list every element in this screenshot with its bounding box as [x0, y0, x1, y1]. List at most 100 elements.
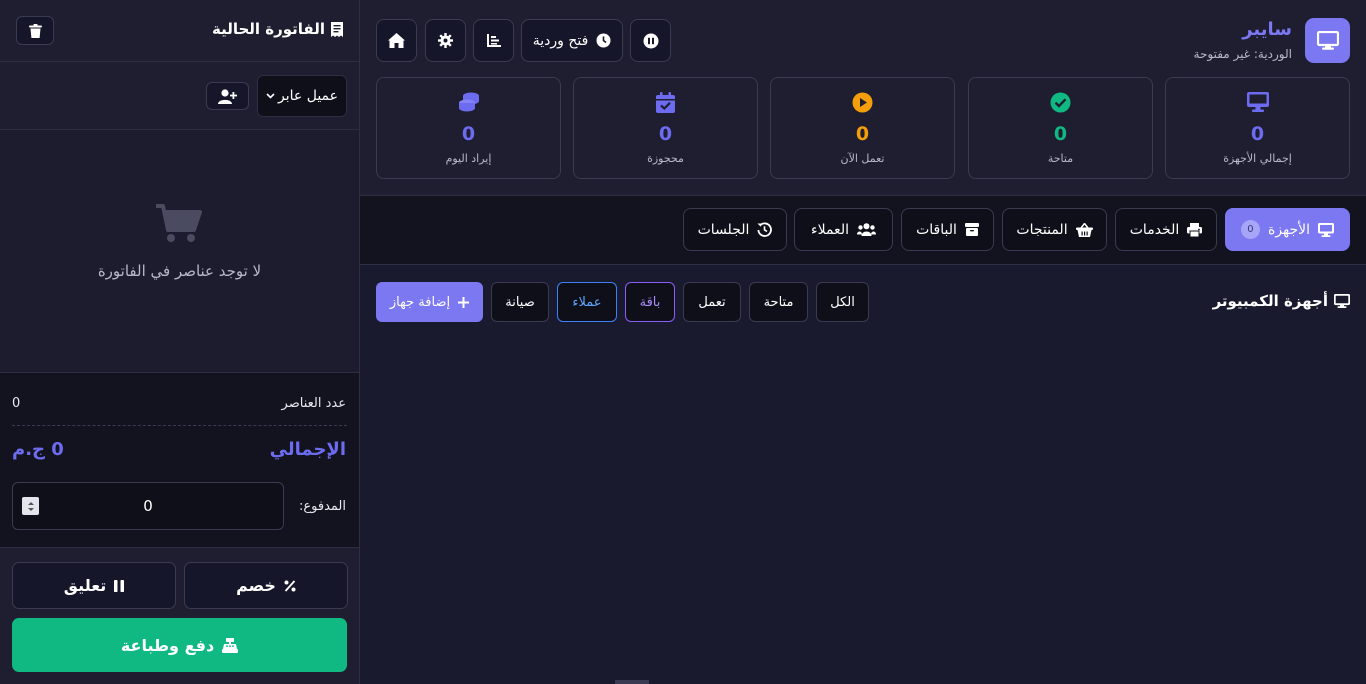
tab-devices[interactable]: الأجهزة 0: [1225, 208, 1350, 251]
shift-status: الوردية: غير مفتوحة: [1193, 47, 1292, 61]
stat-reserved: 0 محجوزة: [573, 77, 758, 179]
stat-value: 0: [855, 123, 870, 145]
brand-name: سايبر: [1242, 19, 1292, 40]
tab-services-label: الخدمات: [1129, 221, 1180, 238]
tab-devices-count: 0: [1240, 220, 1260, 239]
stat-label: متاحة: [1047, 152, 1074, 165]
stat-total-devices: 0 إجمالي الأجهزة: [1165, 77, 1350, 179]
stat-revenue: 0 إيراد اليوم: [376, 77, 561, 179]
top-bar: سايبر الوردية: غير مفتوحة فتح وردية 0 إج…: [360, 0, 1366, 196]
total-value: 0 ج.م: [12, 439, 64, 460]
totals-divider: [12, 425, 347, 426]
invoice-title: الفاتورة الحالية: [212, 20, 343, 38]
chart-bar-icon: [486, 34, 501, 47]
section-title-text: أجهزة الكمبيوتر: [1212, 292, 1328, 310]
basket-icon: [1075, 222, 1093, 237]
suspend-button[interactable]: تعليق: [12, 562, 176, 609]
gear-icon: [438, 33, 453, 48]
tab-sessions[interactable]: الجلسات: [683, 208, 787, 251]
paid-label: المدفوع:: [299, 499, 346, 514]
filter-all[interactable]: الكل: [816, 282, 869, 322]
invoice-header: الفاتورة الحالية: [0, 0, 359, 62]
calendar-check-icon: [574, 92, 757, 113]
pay-print-label: دفع وطباعة: [120, 635, 215, 655]
tab-products[interactable]: المنتجات: [1002, 208, 1107, 251]
desktop-icon: [1334, 294, 1350, 308]
discount-button[interactable]: خصم: [184, 562, 348, 609]
trash-icon: [28, 23, 42, 38]
stat-value: 0: [1250, 123, 1265, 145]
users-icon: [856, 223, 876, 236]
pause-toggle-button[interactable]: [630, 19, 671, 62]
stat-available: 0 متاحة: [968, 77, 1153, 179]
stat-label: تعمل الآن: [840, 152, 885, 165]
tab-devices-label: الأجهزة: [1267, 221, 1311, 238]
pause-icon: [114, 579, 125, 592]
cash-register-icon: [222, 637, 239, 653]
items-count-value: 0: [12, 396, 21, 411]
empty-cart-message: لا توجد عناصر في الفاتورة: [97, 262, 262, 280]
stat-value: 0: [461, 123, 476, 145]
tab-products-label: المنتجات: [1016, 221, 1068, 238]
filter-package[interactable]: باقة: [625, 282, 675, 322]
box-icon: [964, 223, 979, 236]
invoice-panel: الفاتورة الحالية عميل عابر لا توجد عناصر…: [0, 0, 360, 684]
filter-customers[interactable]: عملاء: [557, 282, 617, 322]
receipt-icon: [331, 21, 343, 37]
plus-icon: [458, 296, 470, 308]
add-device-button[interactable]: إضافة جهاز: [376, 282, 483, 322]
add-customer-button[interactable]: [206, 82, 249, 110]
stat-value: 0: [658, 123, 673, 145]
tab-packages-label: الباقات: [916, 221, 957, 238]
home-button[interactable]: [376, 19, 417, 62]
tab-customers-label: العملاء: [811, 221, 849, 238]
monitor-icon: [1166, 92, 1349, 112]
customer-select[interactable]: عميل عابر: [257, 75, 347, 117]
coins-icon: [377, 92, 560, 112]
empty-cart-area: لا توجد عناصر في الفاتورة: [0, 130, 359, 372]
paid-input[interactable]: 0: [12, 482, 284, 530]
stat-label: إجمالي الأجهزة: [1223, 152, 1292, 165]
section-title: أجهزة الكمبيوتر: [1213, 292, 1350, 310]
settings-button[interactable]: [425, 19, 466, 62]
invoice-title-text: الفاتورة الحالية: [211, 20, 325, 38]
brand-logo: [1305, 18, 1350, 63]
tab-sessions-label: الجلسات: [697, 221, 750, 238]
filter-running[interactable]: تعمل: [683, 282, 741, 322]
tab-bar: الأجهزة 0 الخدمات المنتجات الباقات العمل…: [360, 196, 1366, 265]
stat-running: 0 تعمل الآن: [770, 77, 955, 179]
reports-button[interactable]: [473, 19, 514, 62]
history-icon: [757, 222, 773, 237]
customer-row: عميل عابر: [0, 62, 359, 130]
scrollbar-thumb[interactable]: [615, 680, 649, 684]
invoice-totals: عدد العناصر 0 الإجمالي 0 ج.م المدفوع: 0: [0, 372, 359, 548]
open-shift-label: فتح وردية: [532, 32, 589, 49]
tab-services[interactable]: الخدمات: [1115, 208, 1217, 251]
filter-available[interactable]: متاحة: [749, 282, 808, 322]
desktop-icon: [1318, 222, 1335, 237]
tab-customers[interactable]: العملاء: [794, 208, 893, 251]
cart-icon: [156, 204, 202, 244]
total-label: الإجمالي: [269, 439, 346, 460]
play-circle-icon: [771, 92, 954, 113]
items-count-label: عدد العناصر: [281, 396, 346, 411]
user-plus-icon: [218, 88, 237, 104]
desktop-icon: [1316, 31, 1339, 50]
main-area: سايبر الوردية: غير مفتوحة فتح وردية 0 إج…: [360, 0, 1366, 684]
add-device-label: إضافة جهاز: [389, 294, 451, 310]
open-shift-button[interactable]: فتح وردية: [521, 19, 623, 62]
devices-section: أجهزة الكمبيوتر الكل متاحة تعمل باقة عمل…: [360, 265, 1366, 684]
stat-value: 0: [1053, 123, 1068, 145]
printer-icon: [1187, 222, 1203, 237]
check-circle-icon: [969, 92, 1152, 113]
discount-label: خصم: [236, 576, 276, 595]
suspend-label: تعليق: [63, 576, 107, 595]
paid-input-value: 0: [143, 497, 153, 515]
paid-spinner[interactable]: [22, 497, 39, 515]
tab-packages[interactable]: الباقات: [901, 208, 994, 251]
filter-maintenance[interactable]: صيانة: [491, 282, 549, 322]
clear-invoice-button[interactable]: [16, 16, 54, 45]
pay-print-button[interactable]: دفع وطباعة: [12, 618, 347, 672]
customer-select-value: عميل عابر: [278, 88, 338, 104]
pause-circle-icon: [643, 33, 659, 49]
